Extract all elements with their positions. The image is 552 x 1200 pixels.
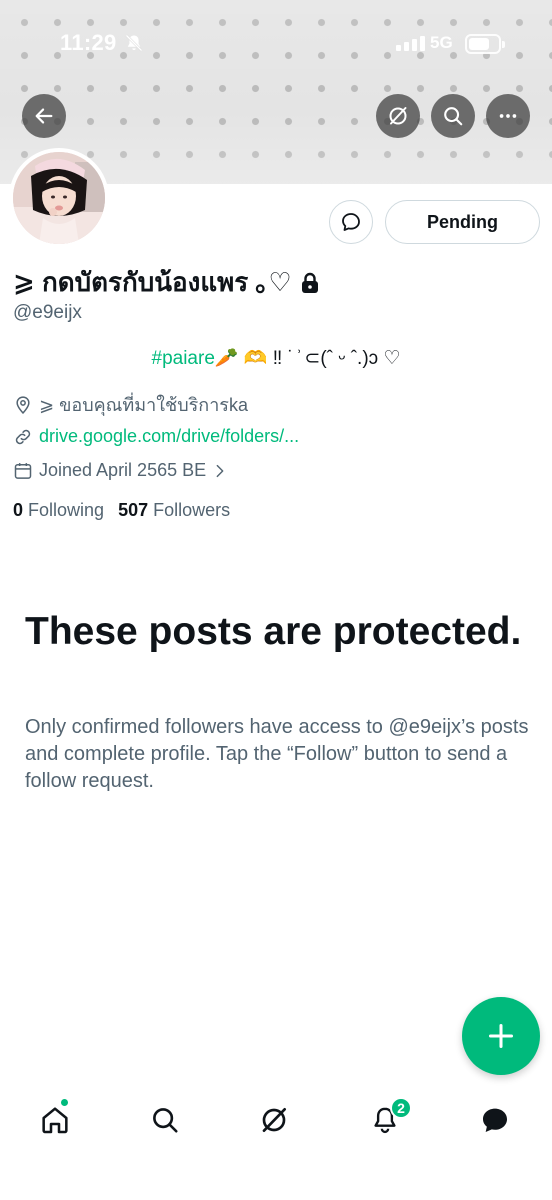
display-name-row: ⩾ กดบัตรกับน้องแพร ｡♡ (13, 262, 320, 303)
lock-icon (301, 272, 318, 293)
followers-link[interactable]: 507 Followers (118, 500, 230, 520)
network-type: 5G (430, 33, 453, 52)
website-link[interactable]: drive.google.com/drive/folders/... (39, 426, 299, 447)
search-icon (444, 107, 463, 126)
bottom-nav: 2 (0, 1090, 552, 1150)
following-label: Following (28, 500, 105, 520)
bio: #paiare🥕 🫶 ‼ ˙ ͗ ⊂(ˆ ᵕ ˆ.)ↄ ♡ (0, 346, 552, 370)
more-button[interactable] (486, 94, 530, 138)
display-name: ⩾ กดบัตรกับน้องแพร ｡♡ (13, 267, 292, 297)
grok-icon (262, 1108, 286, 1132)
message-button[interactable] (329, 200, 373, 244)
search-button[interactable] (431, 94, 475, 138)
joined-row[interactable]: Joined April 2565 BE (13, 460, 228, 481)
follow-counts: 0 Following 507 Followers (13, 500, 230, 521)
grok-icon (389, 107, 407, 125)
avatar[interactable] (9, 148, 109, 248)
following-count: 0 (13, 500, 24, 520)
location-text: ⩾ ขอบคุณที่มาใช้บริการka (39, 395, 248, 415)
protected-body: Only confirmed followers have access to … (25, 716, 529, 792)
home-icon (42, 1107, 68, 1134)
joined-text: Joined April 2565 BE (39, 460, 207, 480)
calendar-icon (14, 462, 32, 479)
nav-grok[interactable] (252, 1098, 296, 1142)
signal-strength-icon (396, 36, 425, 51)
notification-badge: 2 (390, 1097, 412, 1119)
handle: @e9eijx (13, 302, 82, 323)
bio-text: 🥕 🫶 ‼ ˙ ͗ ⊂(ˆ ᵕ ˆ.)ↄ ♡ (214, 348, 401, 369)
arrow-left-icon (35, 108, 53, 124)
battery-icon (465, 34, 505, 54)
plus-icon (488, 1023, 514, 1049)
avatar-image (13, 152, 105, 244)
following-link[interactable]: 0 Following (13, 500, 104, 520)
grok-button[interactable] (376, 94, 420, 138)
nav-search[interactable] (143, 1098, 187, 1142)
back-button[interactable] (22, 94, 66, 138)
followers-count: 507 (118, 500, 149, 520)
home-new-indicator (60, 1098, 69, 1107)
chevron-right-icon (216, 464, 224, 477)
link-icon (15, 429, 31, 444)
protected-title: These posts are protected. (25, 610, 522, 653)
nav-home[interactable] (33, 1098, 77, 1142)
location-pin-icon (16, 395, 30, 414)
bio-hashtag[interactable]: #paiare (152, 348, 215, 369)
status-bar: 11:29 5G (0, 0, 552, 90)
pending-follow-button[interactable]: Pending (385, 200, 540, 244)
website-row[interactable]: drive.google.com/drive/folders/... (13, 426, 299, 447)
message-bubble-icon (342, 213, 360, 231)
more-horizontal-icon (499, 114, 517, 118)
search-icon (153, 1108, 178, 1133)
bell-muted-icon (125, 34, 143, 52)
followers-label: Followers (153, 500, 231, 520)
status-time: 11:29 (60, 30, 117, 55)
location-row: ⩾ ขอบคุณที่มาใช้บริการka (13, 390, 248, 419)
compose-button[interactable] (462, 997, 540, 1075)
nav-messages[interactable] (473, 1098, 517, 1142)
messages-icon (483, 1108, 507, 1132)
